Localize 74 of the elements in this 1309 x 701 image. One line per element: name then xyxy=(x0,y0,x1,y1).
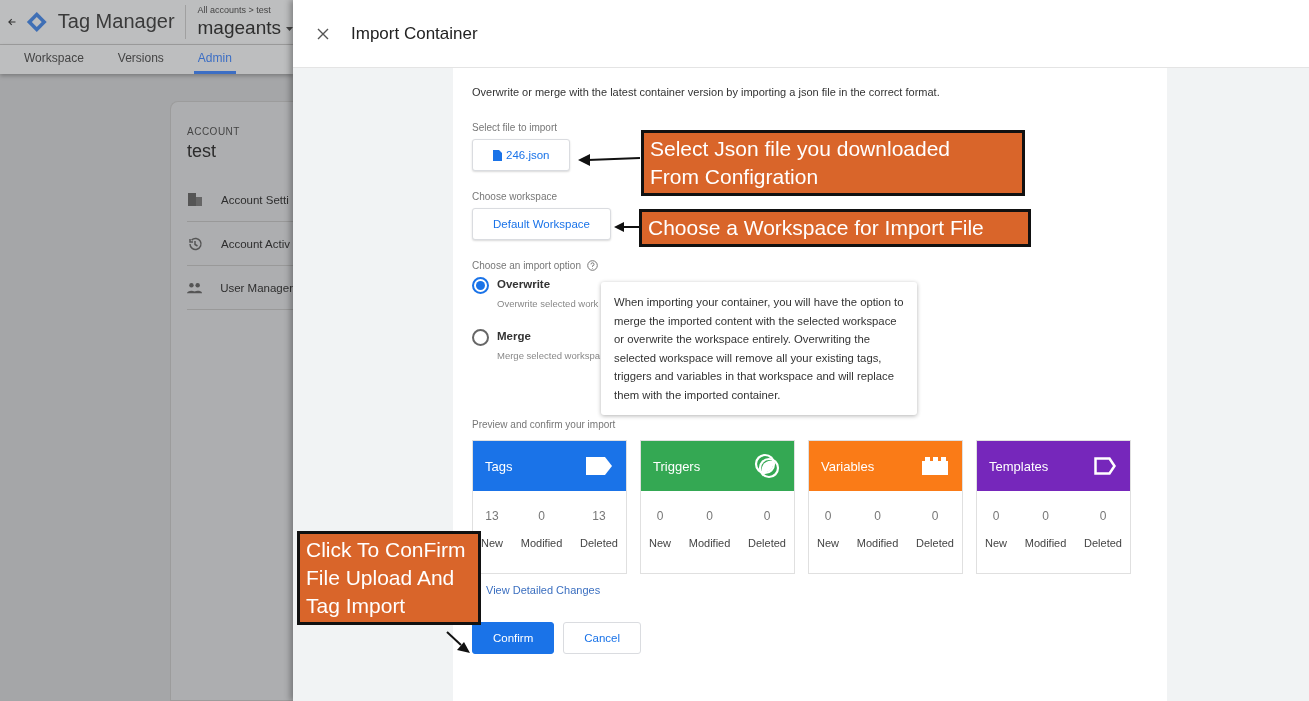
stat-label: Modified xyxy=(520,537,563,549)
tag-outline-icon xyxy=(1094,457,1116,475)
account-menu-item[interactable]: Account Setti xyxy=(221,193,289,206)
stat-label: Deleted xyxy=(580,537,618,549)
back-arrow-icon[interactable] xyxy=(8,16,17,27)
dialog-title: Import Container xyxy=(351,23,478,44)
stat-value: 0 xyxy=(706,509,713,523)
card-title: Templates xyxy=(989,458,1049,474)
stat-value: 0 xyxy=(931,509,939,523)
annotation-arrow xyxy=(614,221,639,233)
radio-button[interactable] xyxy=(472,329,489,346)
stat-label: Modified xyxy=(1024,537,1067,549)
stat-label: Modified xyxy=(688,537,731,549)
option-title: Overwrite xyxy=(497,278,552,290)
stat-value: 0 xyxy=(874,509,881,523)
account-label: ACCOUNT xyxy=(187,126,241,137)
nav-tab[interactable]: Versions xyxy=(113,44,168,74)
workspace-button[interactable]: Default Workspace xyxy=(472,208,611,240)
annotation-arrow xyxy=(446,631,470,653)
container-selector[interactable]: mageants xyxy=(197,16,293,39)
annotation-callout: Choose a Workspace for Import File xyxy=(639,209,1031,247)
breadcrumb[interactable]: All accounts > test xyxy=(197,4,293,15)
stat-value: 0 xyxy=(763,509,771,523)
stat-label: New xyxy=(481,537,503,549)
field-label: Choose workspace xyxy=(472,191,558,202)
building-icon xyxy=(187,192,203,207)
stat-value: 0 xyxy=(824,509,832,523)
help-icon[interactable] xyxy=(586,260,598,271)
cancel-button[interactable]: Cancel xyxy=(563,622,642,654)
radio-button[interactable] xyxy=(472,277,489,294)
section-label: Preview and confirm your import xyxy=(472,419,616,430)
stat-value: 0 xyxy=(656,509,664,523)
stat-label: Deleted xyxy=(1084,537,1122,549)
nav-tab[interactable]: Workspace xyxy=(20,44,88,74)
option-description: Overwrite selected work xyxy=(497,298,599,309)
option-title: Merge xyxy=(497,330,532,342)
account-menu-item[interactable]: User Manager xyxy=(220,281,293,294)
stat-label: Deleted xyxy=(916,537,954,549)
stat-label: New xyxy=(985,537,1007,549)
file-icon xyxy=(493,149,502,161)
card-title: Triggers xyxy=(653,458,701,474)
account-menu-item[interactable]: Account Activ xyxy=(221,237,291,250)
annotation-callout: Click To ConFirm File Upload And Tag Import xyxy=(297,531,481,625)
stat-value: 0 xyxy=(1042,509,1049,523)
intro-text: Overwrite or merge with the latest container version by importing a json file in the correct format. xyxy=(472,86,941,98)
option-description: Merge selected workspa xyxy=(497,350,600,361)
stat-label: New xyxy=(649,537,671,549)
stat-value: 0 xyxy=(538,509,545,523)
details-link[interactable]: View Detailed Changes xyxy=(486,584,601,596)
card-title: Tags xyxy=(485,458,513,474)
stat-label: New xyxy=(817,537,839,549)
stat-value: 0 xyxy=(1099,509,1107,523)
product-name: Tag Manager xyxy=(57,10,175,34)
annotation-arrow xyxy=(578,152,640,166)
file-button[interactable]: 246.json xyxy=(472,139,571,171)
stat-label: Modified xyxy=(856,537,899,549)
card-title: Variables xyxy=(821,458,875,474)
stat-value: 13 xyxy=(485,509,499,523)
account-name: test xyxy=(187,141,217,162)
caret-icon xyxy=(286,26,293,31)
history-icon xyxy=(187,235,203,252)
field-label: Choose an import option xyxy=(472,260,581,271)
field-label: Select file to import xyxy=(472,122,558,133)
people-icon xyxy=(187,281,203,294)
close-icon xyxy=(317,27,329,40)
trigger-icon xyxy=(754,453,780,479)
stat-label: Deleted xyxy=(748,537,786,549)
stat-value: 13 xyxy=(592,509,606,523)
tooltip: When importing your container, you will have the option to merge the imported content with the selected workspace or overwrite the workspace entirely. Overwriting the selected workspace will remove all your existing tags, triggers and variables in that workspace and will replace them with the imported container. xyxy=(601,282,917,415)
stat-value: 0 xyxy=(992,509,1000,523)
tag-icon xyxy=(586,457,612,475)
block-icon xyxy=(922,457,948,475)
confirm-button[interactable]: Confirm xyxy=(472,622,555,654)
annotation-callout: Select Json file you downloaded From Configration xyxy=(641,130,1025,196)
